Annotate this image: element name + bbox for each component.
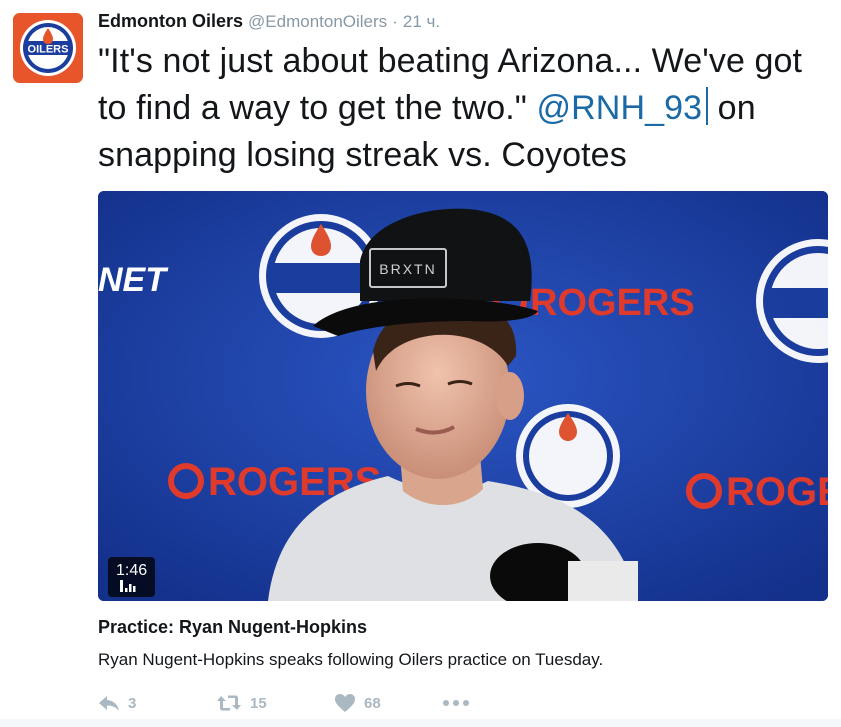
like-button[interactable]: 68 — [334, 693, 442, 713]
cap-logo-text: BRXTN — [379, 261, 436, 277]
mention-link[interactable]: @RNH_93 — [537, 89, 703, 127]
more-button[interactable] — [442, 699, 470, 707]
backdrop-sponsor-net: NET — [98, 261, 169, 299]
avatar[interactable]: OILERS — [13, 13, 83, 83]
like-count: 68 — [364, 694, 381, 712]
svg-text:OILERS: OILERS — [28, 44, 69, 56]
retweet-icon — [217, 695, 241, 711]
video-thumbnail: NET ROGERS ROGERS ROGERS — [98, 191, 828, 601]
reply-icon — [99, 696, 119, 711]
card-title[interactable]: Practice: Ryan Nugent-Hopkins — [98, 617, 367, 638]
footer-divider — [0, 719, 841, 727]
card-description: Ryan Nugent-Hopkins speaks following Oil… — [98, 650, 604, 669]
tweet-text: "It's not just about beating Arizona... … — [98, 38, 833, 179]
video-duration-badge: 1:46 — [108, 557, 156, 597]
heart-icon — [335, 694, 355, 712]
separator-dot: · — [392, 12, 398, 31]
video-stats-icon — [120, 580, 136, 592]
backdrop-rogers-right: ROGERS — [726, 470, 828, 514]
video-player[interactable]: NET ROGERS ROGERS ROGERS — [98, 191, 828, 601]
retweet-button[interactable]: 15 — [216, 694, 334, 712]
timestamp[interactable]: 21 ч. — [403, 12, 440, 31]
author-name[interactable]: Edmonton Oilers — [98, 11, 243, 31]
oilers-logo-icon: OILERS — [13, 13, 83, 83]
reply-button[interactable]: 3 — [98, 694, 216, 712]
reply-count: 3 — [128, 694, 137, 712]
retweet-count: 15 — [250, 694, 267, 712]
backdrop-rogers-top: ROGERS — [530, 282, 695, 324]
more-icon — [443, 700, 469, 706]
video-duration: 1:46 — [116, 562, 148, 579]
author-handle[interactable]: @EdmontonOilers — [248, 12, 387, 31]
tweet-actions: 3 15 68 — [98, 688, 470, 718]
tweet-header: Edmonton Oilers @EdmontonOilers · 21 ч. — [98, 11, 440, 32]
